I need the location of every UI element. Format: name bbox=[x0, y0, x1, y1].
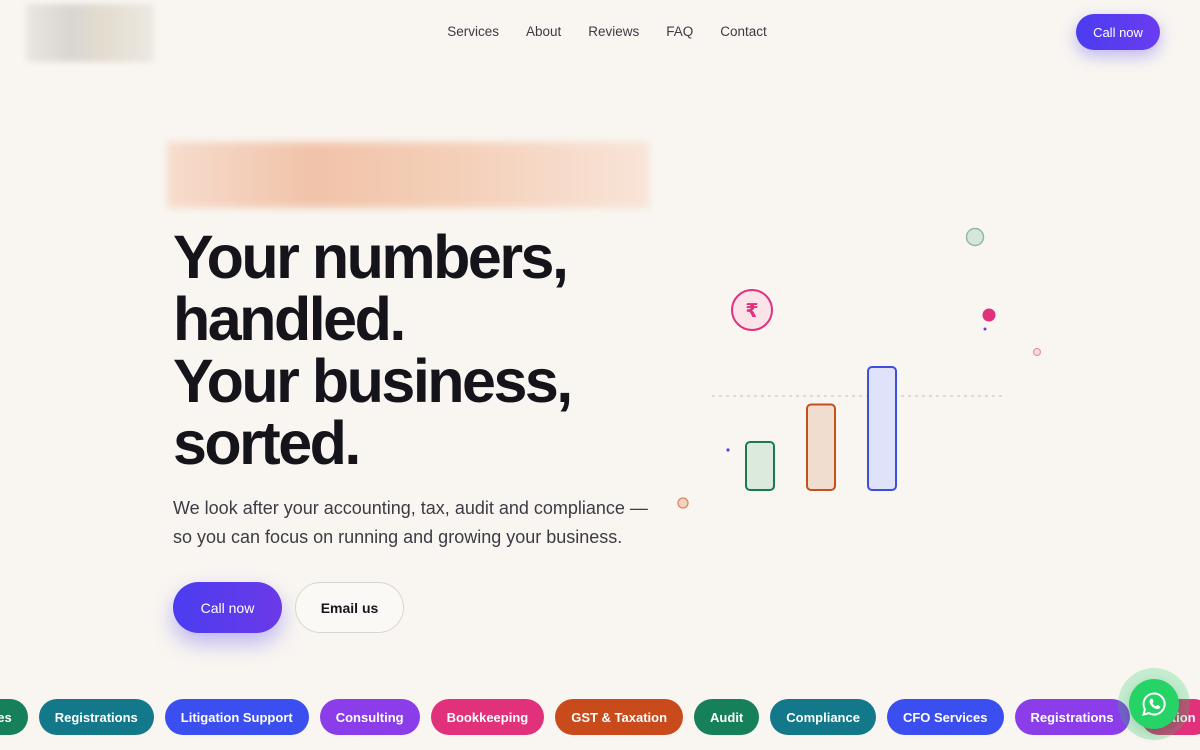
header-call-button[interactable]: Call now bbox=[1076, 14, 1160, 50]
service-chip[interactable]: GST & Taxation bbox=[555, 699, 684, 735]
illustration-bar bbox=[745, 441, 775, 491]
main-nav: Services About Reviews FAQ Contact bbox=[0, 24, 1200, 39]
decor-dot-green bbox=[965, 227, 985, 247]
headline-line-4: sorted. bbox=[173, 409, 361, 477]
nav-services[interactable]: Services bbox=[447, 24, 499, 39]
whatsapp-icon bbox=[1142, 692, 1166, 716]
decor-dot-orange bbox=[677, 497, 689, 509]
nav-contact[interactable]: Contact bbox=[720, 24, 767, 39]
service-chip[interactable]: Registrations bbox=[38, 699, 154, 735]
hero-call-button[interactable]: Call now bbox=[173, 582, 282, 633]
nav-about[interactable]: About bbox=[526, 24, 561, 39]
hero-email-button[interactable]: Email us bbox=[295, 582, 404, 633]
services-ticker: ces Registrations Litigation Support Consul… bbox=[0, 699, 1200, 735]
decor-dot-pink bbox=[982, 308, 996, 322]
rupee-symbol: ₹ bbox=[745, 300, 758, 322]
decor-dot-pink-small bbox=[1033, 348, 1041, 356]
decor-dot-purple-small bbox=[983, 327, 987, 331]
headline-line-1: Your numbers, bbox=[173, 223, 569, 291]
rupee-icon: ₹ bbox=[731, 289, 773, 331]
hero-headline: Your numbers, handled. Your business, so… bbox=[173, 226, 643, 474]
service-chip[interactable]: Compliance bbox=[770, 699, 876, 735]
headline-line-3: Your business, bbox=[173, 347, 573, 415]
service-chip[interactable]: CFO Services bbox=[886, 699, 1004, 735]
bar-group bbox=[745, 366, 897, 491]
illustration-bar bbox=[867, 366, 897, 491]
hero-eyebrow-badge bbox=[167, 142, 649, 208]
service-chip[interactable]: Litigation Support bbox=[164, 699, 309, 735]
headline-line-2: handled. bbox=[173, 285, 406, 353]
hero-illustration: ₹ bbox=[677, 227, 1041, 509]
service-chip[interactable]: Registrations bbox=[1014, 699, 1130, 735]
hero-subtext: We look after your accounting, tax, audi… bbox=[173, 498, 648, 547]
whatsapp-button[interactable] bbox=[1129, 679, 1179, 729]
service-chip[interactable]: Bookkeeping bbox=[430, 699, 545, 735]
service-chip[interactable]: Audit bbox=[694, 699, 760, 735]
service-chip[interactable]: Consulting bbox=[319, 699, 420, 735]
nav-faq[interactable]: FAQ bbox=[666, 24, 693, 39]
illustration-bar bbox=[806, 403, 836, 491]
decor-dot-purple bbox=[726, 448, 730, 452]
nav-reviews[interactable]: Reviews bbox=[588, 24, 639, 39]
service-chip[interactable]: ces bbox=[0, 699, 28, 735]
